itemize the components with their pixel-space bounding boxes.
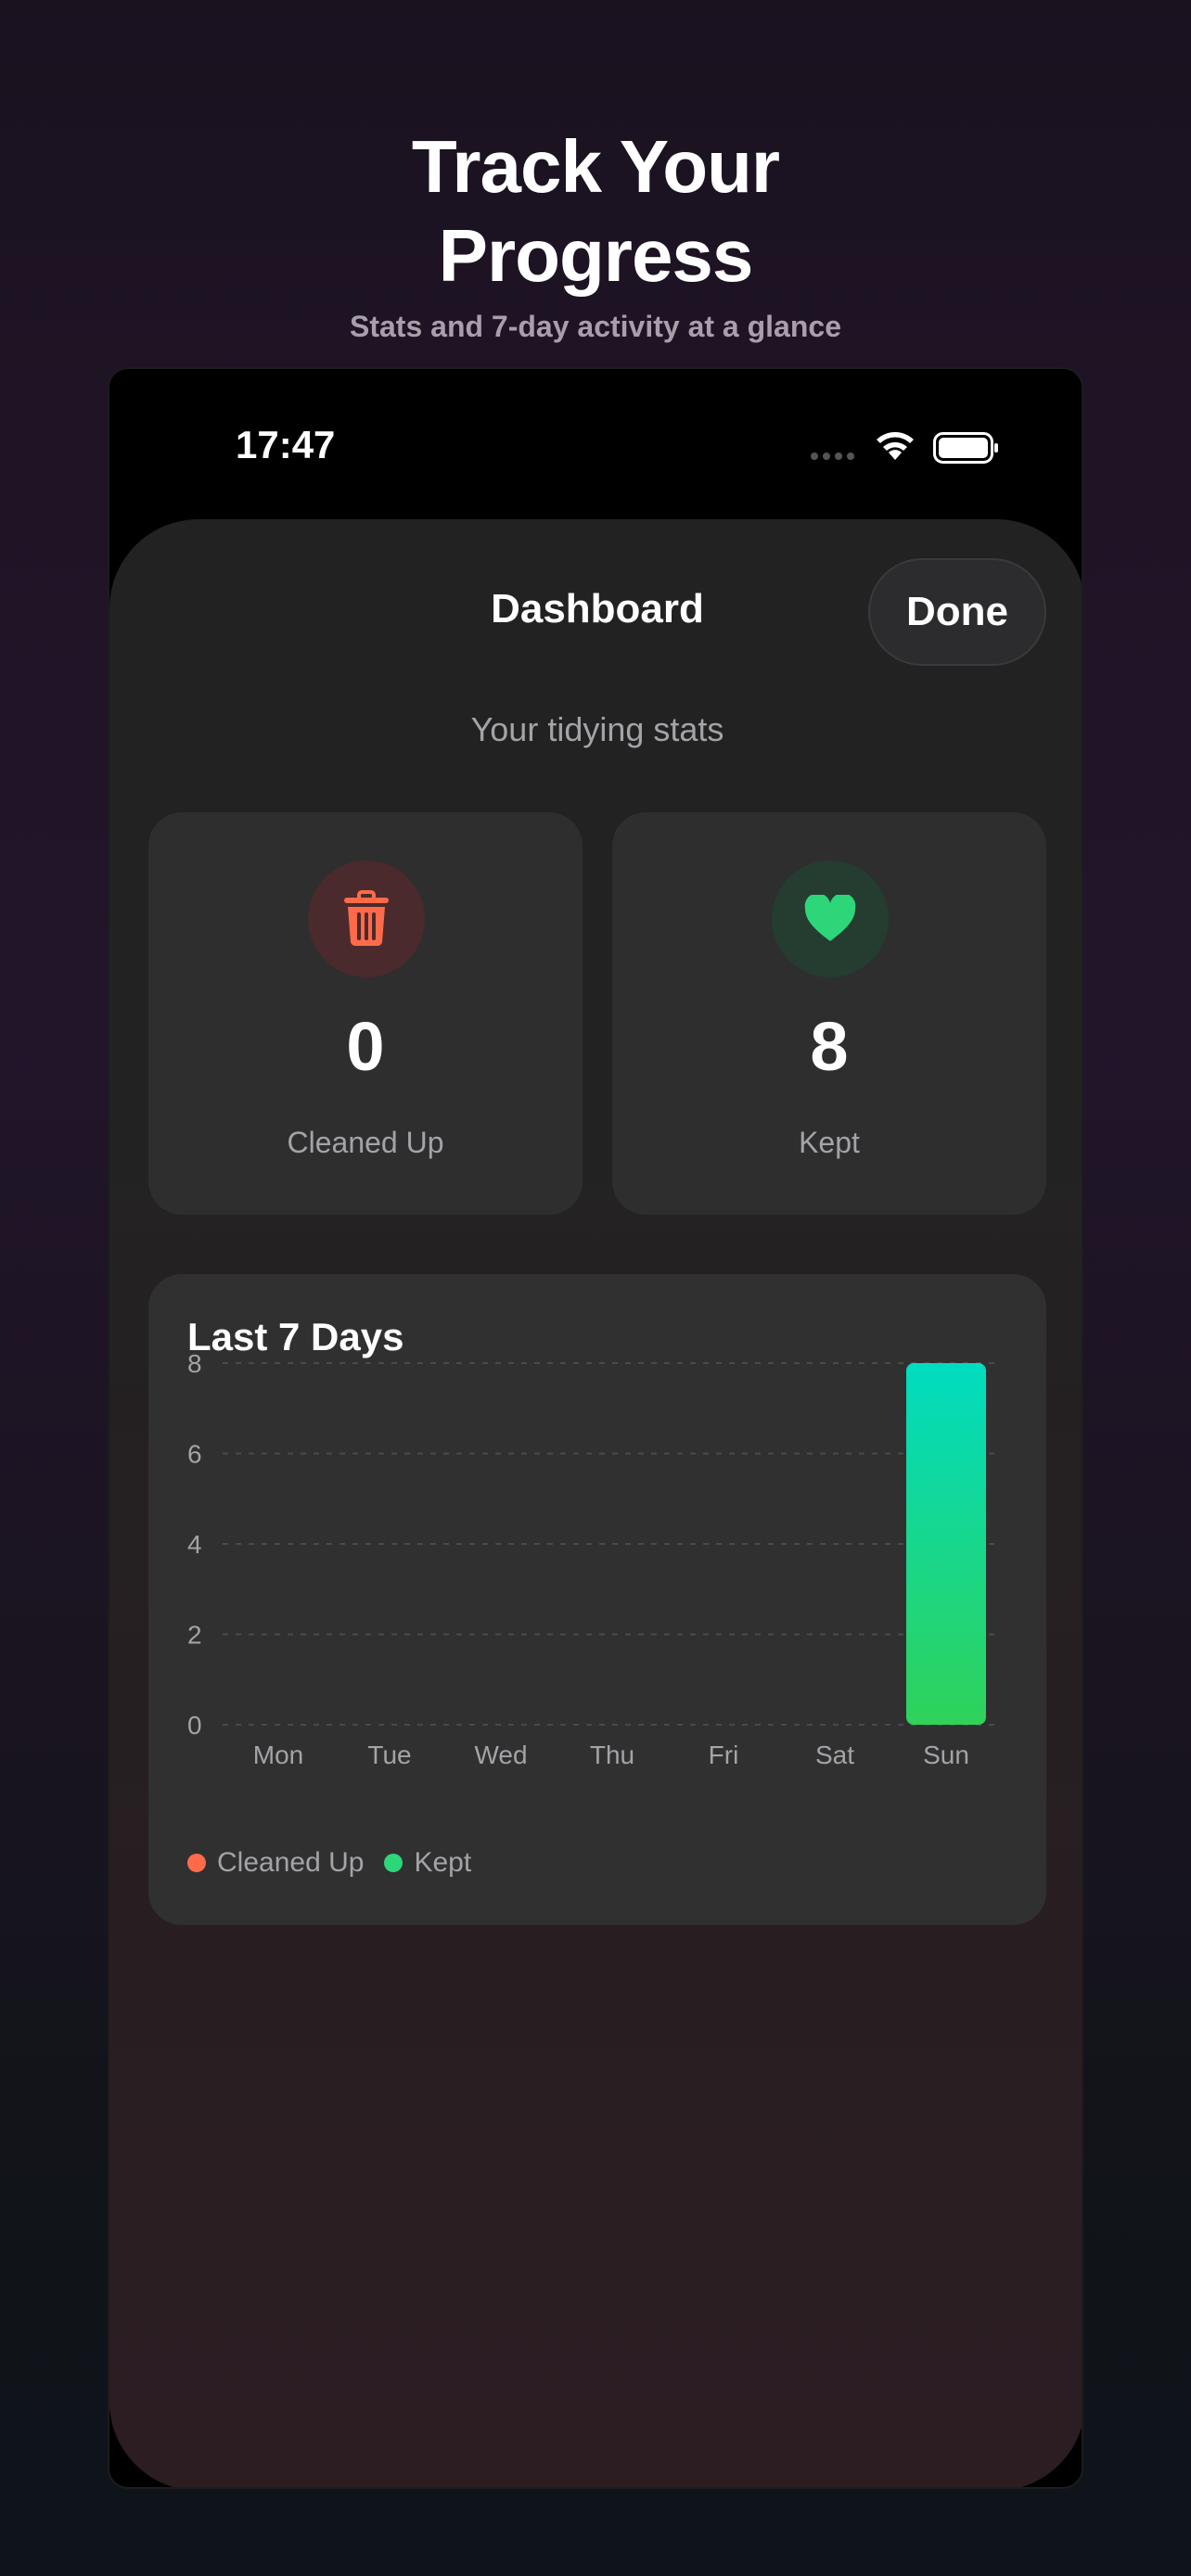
chart-legend: Cleaned Up Kept — [187, 1847, 471, 1879]
y-tick-label: 4 — [187, 1530, 202, 1559]
legend-item-kept: Kept — [384, 1847, 471, 1879]
status-time: 17:47 — [236, 423, 336, 466]
dashboard-sheet: Dashboard Done Your tidying stats 0 Clea… — [109, 519, 1082, 2487]
chart-card: Last 7 Days 0 2 4 6 8 Mon Tue Wed Thu Fri Sat Sun C… — [148, 1274, 1046, 1925]
kept-value: 8 — [810, 1008, 849, 1085]
x-tick-label-tue: Tue — [367, 1741, 411, 1769]
x-tick-label-thu: Thu — [590, 1741, 634, 1769]
legend-item-cleaned-up: Cleaned Up — [187, 1847, 364, 1879]
promo-title-line-2: Progress — [438, 214, 754, 297]
sheet-subtitle: Your tidying stats — [470, 710, 724, 748]
kept-label: Kept — [799, 1126, 860, 1159]
y-tick-label: 0 — [187, 1711, 202, 1740]
x-tick-label-wed: Wed — [474, 1741, 527, 1769]
cleaned-icon-circle — [308, 861, 425, 977]
x-tick-label-fri: Fri — [709, 1741, 739, 1769]
kept-icon-circle — [772, 861, 889, 977]
y-tick-label: 6 — [187, 1440, 202, 1469]
cleaned-up-value: 0 — [346, 1008, 385, 1085]
legend-label-kept: Kept — [414, 1847, 472, 1878]
stat-card-cleaned-up: 0 Cleaned Up — [148, 812, 583, 1215]
battery-icon — [933, 432, 998, 464]
bar-kept-sun — [906, 1363, 986, 1725]
legend-dot-kept — [384, 1854, 403, 1872]
wifi-icon — [877, 432, 914, 460]
y-tick-label: 8 — [187, 1349, 202, 1378]
phone-frame: 17:47 Dashboard Done Your tidying stats — [108, 367, 1083, 2489]
legend-dot-cleaned-up — [187, 1854, 206, 1872]
x-tick-label-sun: Sun — [923, 1741, 969, 1769]
promo-title-line-1: Track Your — [411, 125, 780, 208]
x-tick-label-mon: Mon — [253, 1741, 303, 1769]
signal-dots-icon — [811, 453, 854, 460]
y-tick-label: 2 — [187, 1621, 202, 1650]
trash-icon — [344, 890, 389, 947]
stat-card-kept: 8 Kept — [612, 812, 1046, 1215]
cleaned-up-label: Cleaned Up — [287, 1126, 444, 1159]
promo-title: Track Your Progress — [0, 122, 1191, 300]
x-tick-label-sat: Sat — [815, 1741, 854, 1769]
activity-bar-chart: 0 2 4 6 8 Mon Tue Wed Thu Fri Sat Sun — [187, 1349, 1002, 1769]
done-button[interactable]: Done — [868, 558, 1046, 666]
legend-label-cleaned-up: Cleaned Up — [217, 1847, 365, 1878]
heart-icon — [804, 895, 856, 941]
promo-subtitle: Stats and 7-day activity at a glance — [350, 310, 841, 343]
